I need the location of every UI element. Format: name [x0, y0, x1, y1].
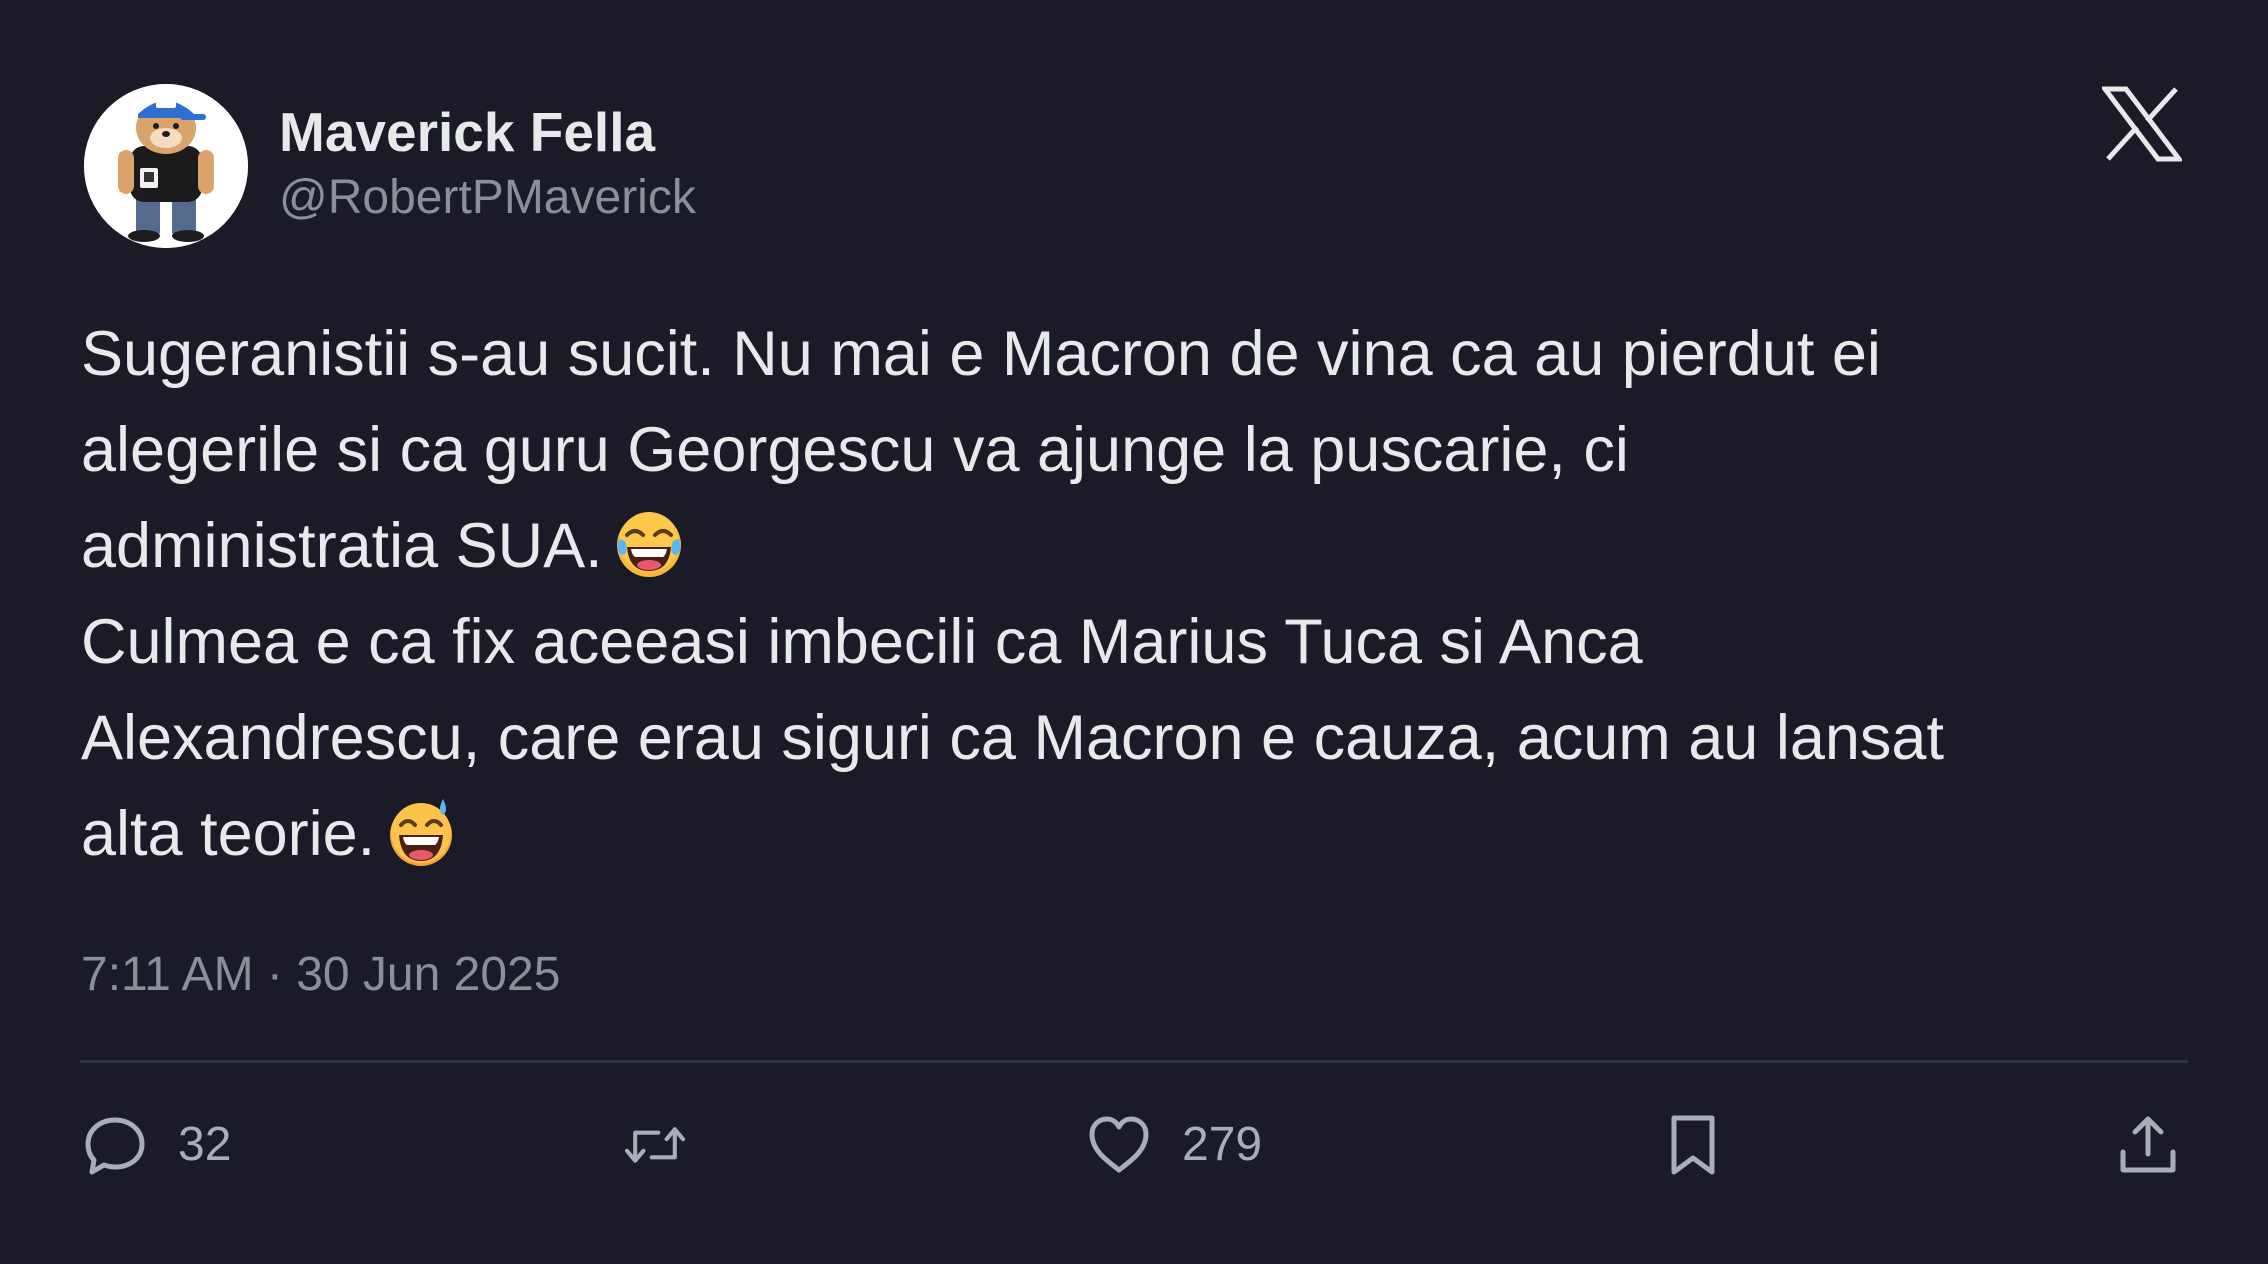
divider	[80, 1060, 2188, 1063]
reply-button[interactable]: 32	[82, 1110, 231, 1180]
tweet-line: administratia SUA.	[81, 498, 2231, 594]
share-icon	[2115, 1112, 2181, 1178]
tweet-line: Culmea e ca fix aceeasi imbecili ca Mari…	[81, 607, 1643, 677]
tweet-line: Sugeranistii s-au sucit. Nu mai e Macron…	[81, 319, 1881, 389]
author-handle[interactable]: @RobertPMaverick	[279, 168, 696, 228]
share-button[interactable]	[2115, 1110, 2181, 1180]
tears-of-joy-emoji	[613, 509, 685, 581]
tweet-timestamp[interactable]: 7:11 AM · 30 Jun 2025	[81, 945, 560, 1005]
bookmark-button[interactable]	[1660, 1110, 1726, 1180]
bookmark-icon	[1660, 1112, 1726, 1178]
reply-icon	[82, 1112, 148, 1178]
tweet-line: alta teorie.	[81, 786, 2231, 882]
tweet-text: Sugeranistii s-au sucit. Nu mai e Macron…	[81, 306, 2231, 882]
tweet-card: Maverick Fella @RobertPMaverick Sugerani…	[0, 0, 2268, 1264]
like-icon	[1086, 1112, 1152, 1178]
avatar[interactable]	[84, 84, 248, 248]
reply-count: 32	[178, 1118, 232, 1171]
dog-avatar-icon	[84, 84, 248, 248]
repost-icon	[622, 1112, 688, 1178]
like-count: 279	[1182, 1118, 1263, 1171]
tweet-line: alegerile si ca guru Georgescu va ajunge…	[81, 415, 1629, 485]
repost-button[interactable]	[622, 1110, 688, 1180]
tweet-line: Alexandrescu, care erau siguri ca Macron…	[81, 703, 1944, 773]
author-display-name[interactable]: Maverick Fella	[279, 100, 655, 164]
x-logo-icon[interactable]	[2102, 86, 2182, 162]
grinning-sweat-emoji	[385, 797, 457, 869]
like-button[interactable]: 279	[1086, 1110, 1262, 1180]
